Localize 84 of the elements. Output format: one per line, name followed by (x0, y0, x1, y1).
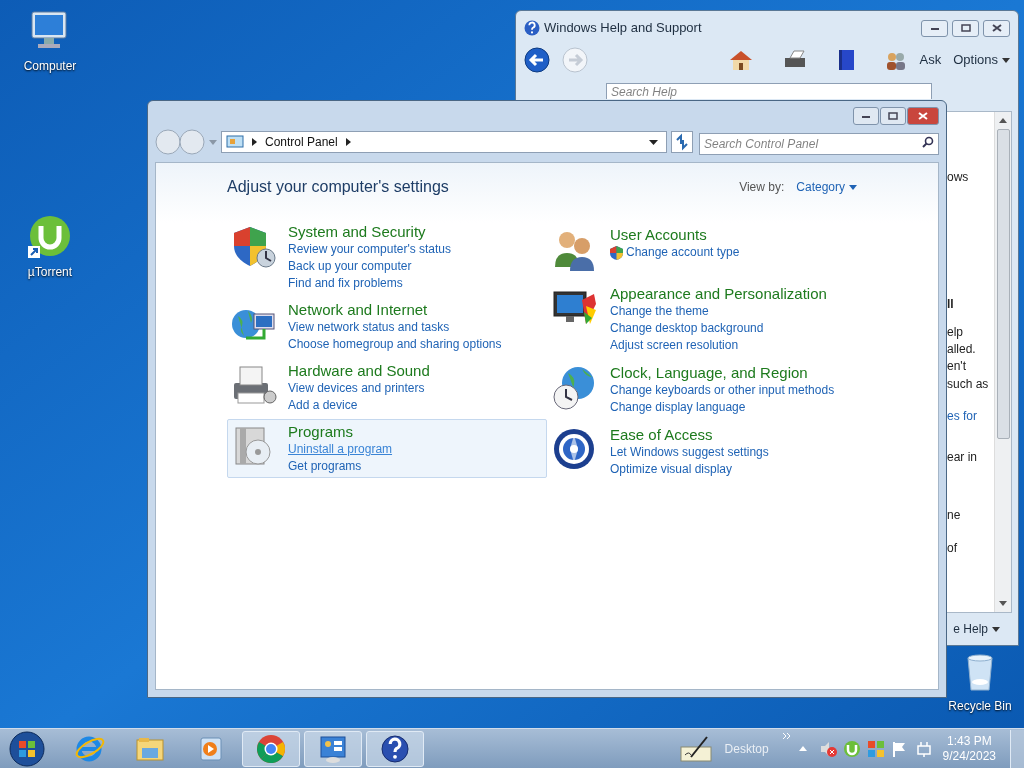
settings-link[interactable]: Change account type (610, 244, 740, 261)
close-button[interactable] (983, 19, 1010, 37)
help-text: ows (947, 169, 969, 186)
signature-pad-icon[interactable] (678, 734, 713, 763)
search-field[interactable]: Search Help (606, 83, 932, 99)
control-panel-icon (226, 135, 244, 149)
settings-link[interactable]: View network status and tasks (288, 319, 502, 336)
chrome-icon (256, 733, 286, 764)
category-title[interactable]: Programs (288, 422, 393, 441)
category-title[interactable]: User Accounts (610, 225, 740, 244)
view-by-label: View by: (739, 179, 785, 196)
help-text: ll (947, 296, 954, 313)
refresh-button[interactable] (671, 131, 693, 153)
back-button[interactable] (524, 47, 550, 73)
help-icon (524, 20, 540, 36)
help-icon (380, 733, 410, 764)
scroll-thumb[interactable] (996, 129, 1010, 439)
control-panel-icon (318, 733, 348, 764)
scroll-up-icon[interactable] (999, 118, 1007, 123)
caret-icon (1002, 57, 1010, 63)
settings-link[interactable]: View devices and printers (288, 380, 430, 397)
help-text: alled. (947, 341, 976, 358)
desktop-icon-label[interactable]: Computer (23, 57, 77, 75)
close-icon (991, 24, 1002, 32)
category-title[interactable]: System and Security (288, 222, 452, 241)
settings-link[interactable]: Change the theme (610, 303, 827, 320)
minimize-button[interactable] (921, 19, 948, 37)
settings-link[interactable]: Change display language (610, 399, 835, 416)
category-title[interactable]: Clock, Language, and Region (610, 363, 835, 382)
address-bar[interactable]: Control Panel (221, 131, 667, 153)
settings-link[interactable]: Optimize visual display (610, 461, 769, 478)
maximize-icon (960, 24, 971, 32)
caret-icon (992, 626, 1000, 632)
settings-link[interactable]: Choose homegroup and sharing options (288, 336, 502, 353)
maximize-button[interactable] (880, 107, 906, 125)
settings-link[interactable]: Add a device (288, 397, 430, 414)
close-icon (918, 112, 928, 120)
breadcrumb-item[interactable]: Control Panel (265, 133, 338, 151)
minimize-button[interactable] (853, 107, 879, 125)
page-heading: Adjust your computer's settings (227, 177, 449, 197)
help-text: of (947, 540, 957, 557)
help-text: such as (947, 376, 989, 393)
help-menu[interactable]: e Help (953, 620, 1000, 638)
dropdown-icon[interactable] (649, 139, 658, 145)
help-text: ne (947, 507, 961, 524)
category-title[interactable]: Hardware and Sound (288, 361, 430, 380)
settings-link[interactable]: Adjust screen resolution (610, 337, 827, 354)
minimize-icon (929, 25, 940, 31)
settings-link[interactable]: Let Windows suggest settings (610, 444, 769, 461)
settings-link[interactable]: Change keyboards or other input methods (610, 382, 835, 399)
close-button[interactable] (907, 107, 939, 125)
desktop-icon-label[interactable]: µTorrent (27, 263, 73, 281)
help-text: ear in (947, 449, 978, 466)
help-text: en't (947, 358, 966, 375)
window-title: Windows Help and Support (544, 19, 703, 38)
maximize-button[interactable] (952, 19, 979, 37)
category-title[interactable]: Ease of Access (610, 425, 769, 444)
taskbar-button[interactable] (304, 730, 362, 767)
ask-button[interactable]: Ask (919, 50, 942, 70)
caret-icon (849, 184, 857, 190)
settings-link[interactable]: Find and fix problems (288, 275, 452, 292)
view-by-dropdown[interactable]: Category (796, 178, 857, 196)
chevron-icon (345, 138, 351, 146)
taskbar-button[interactable] (366, 730, 424, 767)
desktop-icon-label[interactable]: Recycle Bin (948, 697, 1012, 715)
category-title[interactable]: Network and Internet (288, 300, 502, 319)
scroll-down-icon[interactable] (999, 601, 1007, 606)
help-text: elp (947, 324, 963, 341)
settings-link[interactable]: Review your computer's status (288, 241, 452, 258)
settings-link[interactable]: Change desktop background (610, 320, 827, 337)
settings-link[interactable]: Uninstall a program (288, 441, 393, 458)
settings-link[interactable]: Get programs (288, 458, 393, 475)
start-button[interactable] (8, 729, 46, 768)
search-icon (922, 136, 934, 148)
options-menu[interactable]: Options (953, 50, 1010, 70)
scrollbar[interactable] (994, 112, 1011, 612)
shield-icon (610, 245, 623, 260)
settings-link[interactable]: Back up your computer (288, 258, 452, 275)
minimize-icon (861, 113, 871, 119)
maximize-icon (888, 112, 898, 120)
search-field[interactable]: Search Control Panel (699, 133, 939, 155)
category-title[interactable]: Appearance and Personalization (610, 284, 827, 303)
help-link[interactable]: es for (947, 407, 977, 425)
chevron-icon (252, 138, 257, 146)
